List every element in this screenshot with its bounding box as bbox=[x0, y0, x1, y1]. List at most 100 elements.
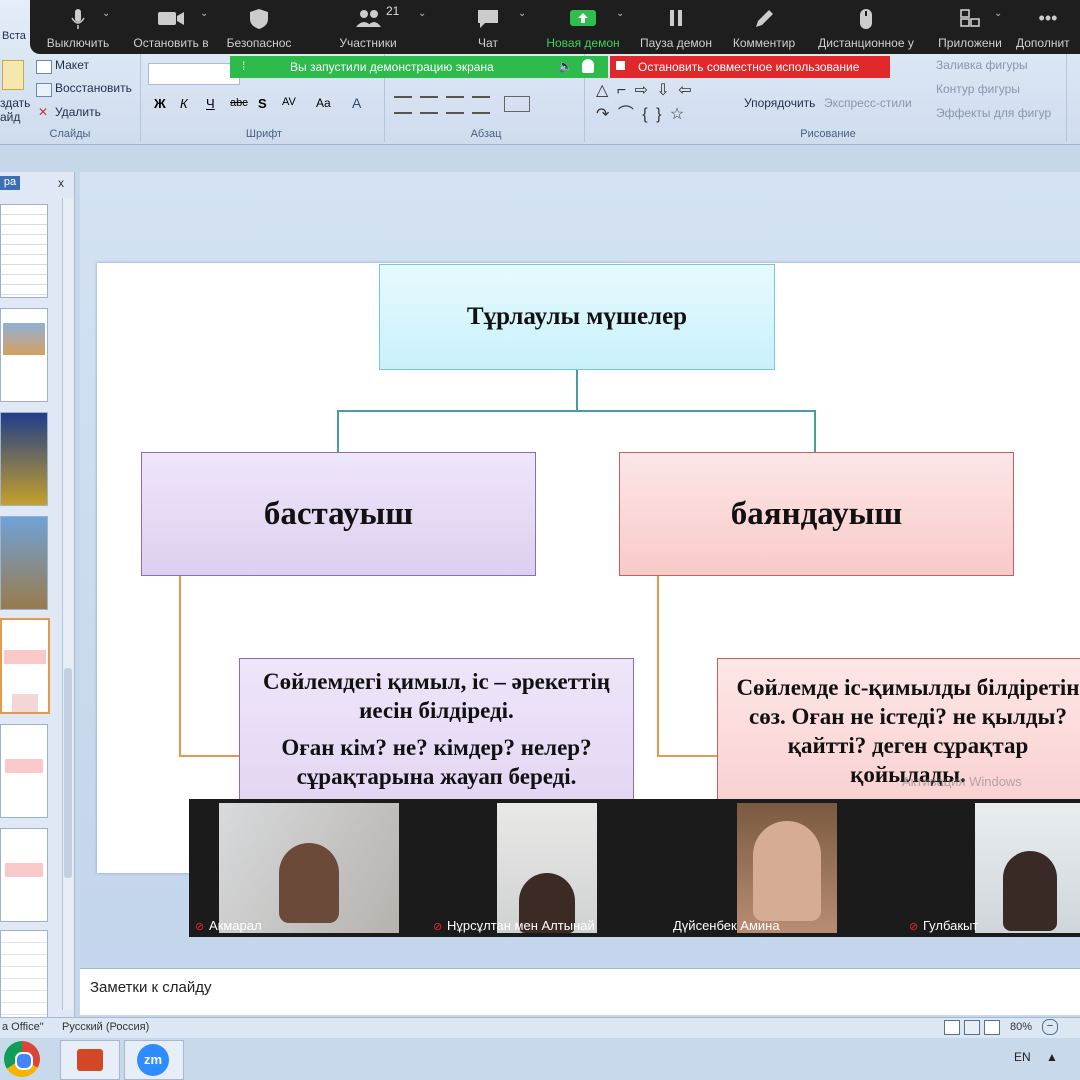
speaker-icon[interactable]: 🔈 bbox=[558, 59, 573, 73]
thumb-scrollbar[interactable] bbox=[62, 198, 73, 1010]
slide-thumbnail-selected[interactable] bbox=[0, 618, 50, 714]
ribbon-tab-insert-partial[interactable]: Вста bbox=[2, 30, 26, 42]
slideshow-icon[interactable] bbox=[984, 1020, 1000, 1035]
connector-line bbox=[337, 410, 815, 412]
scroll-thumb[interactable] bbox=[64, 668, 72, 878]
slide-notes-pane[interactable]: Заметки к слайду bbox=[80, 968, 1080, 1015]
chrome-icon[interactable] bbox=[4, 1041, 40, 1077]
mute-button[interactable]: ⌄ Выключить bbox=[30, 0, 126, 54]
title-text: Тұрлаулы мүшелер bbox=[466, 303, 688, 330]
apps-icon bbox=[959, 8, 981, 31]
shape-effects-button[interactable]: Эффекты для фигур bbox=[936, 106, 1051, 120]
participant-name: ⊘ Гулбакыт bbox=[909, 918, 979, 933]
spacing-button[interactable]: AV bbox=[282, 96, 296, 108]
new-slide-icon[interactable] bbox=[2, 60, 24, 90]
current-slide[interactable]: Тұрлаулы мүшелер бастауыш баяндауыш Сөйл… bbox=[97, 263, 1080, 873]
sharing-notice-bar[interactable]: ⁞ Вы запустили демонстрацию экрана 🔈 bbox=[230, 56, 608, 78]
chevron-down-icon[interactable]: ⌄ bbox=[518, 8, 526, 19]
subject-description-text: Сөйлемдегі қимыл, іс – әрекеттің иесін б… bbox=[262, 669, 611, 723]
align-right-icon[interactable] bbox=[446, 96, 464, 114]
participant-video[interactable] bbox=[975, 803, 1080, 933]
theme-name: а Office" bbox=[2, 1021, 44, 1033]
powerpoint-taskbar-button[interactable] bbox=[60, 1040, 120, 1080]
outline-tab[interactable]: ра bbox=[0, 176, 20, 190]
shape-outline-button[interactable]: Контур фигуры bbox=[936, 82, 1020, 96]
annotate-button[interactable]: Комментир bbox=[726, 0, 802, 54]
chevron-down-icon[interactable]: ⌄ bbox=[994, 8, 1002, 19]
remote-control-button[interactable]: Дистанционное у bbox=[810, 0, 922, 54]
subject-box[interactable]: бастауыш bbox=[141, 452, 536, 576]
delete-button[interactable]: Удалить bbox=[55, 105, 101, 119]
slide-thumbnail[interactable] bbox=[0, 516, 48, 610]
slide-thumbnail[interactable] bbox=[0, 828, 48, 922]
security-button[interactable]: Безопаснос bbox=[218, 0, 300, 54]
slide-sorter-icon[interactable] bbox=[964, 1020, 980, 1035]
zoom-out-icon[interactable]: − bbox=[1042, 1019, 1058, 1035]
chat-label: Чат bbox=[478, 36, 498, 50]
chat-button[interactable]: ⌄ Чат bbox=[448, 0, 528, 54]
drawing-group-label: Рисование bbox=[800, 128, 856, 140]
chevron-down-icon[interactable]: ⌄ bbox=[418, 8, 426, 19]
more-button[interactable]: ••• Дополнит bbox=[1016, 0, 1080, 54]
italic-button[interactable]: К bbox=[180, 96, 188, 111]
pencil-icon bbox=[753, 8, 775, 33]
zoom-taskbar-button[interactable]: zm bbox=[124, 1040, 184, 1080]
align-center-icon[interactable] bbox=[420, 96, 438, 114]
connector-line bbox=[337, 410, 339, 452]
chevron-down-icon[interactable]: ⌄ bbox=[200, 8, 208, 19]
muted-mic-icon: ⊘ bbox=[195, 921, 205, 933]
zoom-level[interactable]: 80% bbox=[1010, 1021, 1032, 1033]
slides-group-label: Слайды bbox=[49, 128, 91, 140]
pause-share-button[interactable]: Пауза демон bbox=[636, 0, 716, 54]
close-pane-icon[interactable]: x bbox=[58, 176, 64, 190]
slides-group: здать айд Макет Восстановить ✕ Удалить С… bbox=[0, 54, 141, 142]
quick-styles-button[interactable]: Экспресс-стили bbox=[824, 96, 912, 110]
underline-button[interactable]: Ч bbox=[206, 96, 215, 111]
stop-sharing-button[interactable]: Остановить совместное использование bbox=[610, 56, 890, 78]
shield-check-icon bbox=[582, 59, 594, 73]
layout-button[interactable]: Макет bbox=[55, 58, 89, 72]
columns-icon[interactable] bbox=[504, 96, 530, 112]
shadow-button[interactable]: S bbox=[258, 96, 267, 111]
stop-video-button[interactable]: ⌄ Остановить в bbox=[128, 0, 214, 54]
participant-video[interactable] bbox=[497, 803, 597, 933]
slide-thumbnail[interactable] bbox=[0, 204, 48, 298]
justify-icon[interactable] bbox=[472, 96, 490, 114]
zoom-meeting-toolbar: ⌄ Выключить ⌄ Остановить в Безопаснос 21… bbox=[30, 0, 1080, 54]
new-slide-label[interactable]: здать bbox=[0, 96, 30, 110]
participants-button[interactable]: 21 ⌄ Участники bbox=[328, 0, 426, 54]
slide-thumbnail[interactable] bbox=[0, 412, 48, 506]
slide-thumbnail[interactable] bbox=[0, 308, 48, 402]
participant-video[interactable] bbox=[219, 803, 399, 933]
strike-button[interactable]: abc bbox=[230, 97, 248, 109]
font-color-button[interactable]: A bbox=[352, 95, 361, 111]
arrange-button[interactable]: Упорядочить bbox=[744, 96, 815, 110]
reset-button[interactable]: Восстановить bbox=[55, 81, 132, 95]
chevron-down-icon[interactable]: ⌄ bbox=[616, 8, 624, 19]
case-button[interactable]: Aa bbox=[316, 96, 331, 110]
chevron-down-icon[interactable]: ⌄ bbox=[102, 8, 110, 19]
participant-silhouette bbox=[279, 843, 339, 923]
input-language[interactable]: EN bbox=[1014, 1050, 1031, 1064]
shape-fill-button[interactable]: Заливка фигуры bbox=[936, 58, 1028, 72]
shapes-gallery-icon-2[interactable]: ↷ ⌒ { } ☆ bbox=[596, 100, 686, 124]
title-box[interactable]: Тұрлаулы мүшелер bbox=[379, 264, 775, 370]
language-indicator[interactable]: Русский (Россия) bbox=[62, 1021, 149, 1033]
slide-thumbnail[interactable] bbox=[0, 724, 48, 818]
participant-video[interactable] bbox=[737, 803, 837, 933]
slide-thumbnail[interactable] bbox=[0, 930, 48, 1024]
apps-button[interactable]: ⌄ Приложени bbox=[930, 0, 1010, 54]
new-share-button[interactable]: ⌄ Новая демон bbox=[540, 0, 626, 54]
new-slide-label-2[interactable]: айд bbox=[0, 110, 20, 124]
subject-questions-text: Оған кім? не? кімдер? нелер? сұрақтарына… bbox=[281, 735, 592, 789]
predicate-box[interactable]: баяндауыш bbox=[619, 452, 1014, 576]
font-name-box[interactable] bbox=[148, 63, 240, 85]
connector-line-orange bbox=[179, 755, 239, 757]
annotate-label: Комментир bbox=[732, 36, 796, 50]
bold-button[interactable]: Ж bbox=[154, 96, 166, 111]
shapes-gallery-icon[interactable]: △ ⌐ ⇨ ⇩ ⇦ bbox=[596, 80, 694, 100]
normal-view-icon[interactable] bbox=[944, 1020, 960, 1035]
align-left-icon[interactable] bbox=[394, 96, 412, 114]
tray-up-arrow-icon[interactable]: ▲ bbox=[1046, 1050, 1058, 1064]
zoom-app-icon: zm bbox=[137, 1044, 169, 1076]
